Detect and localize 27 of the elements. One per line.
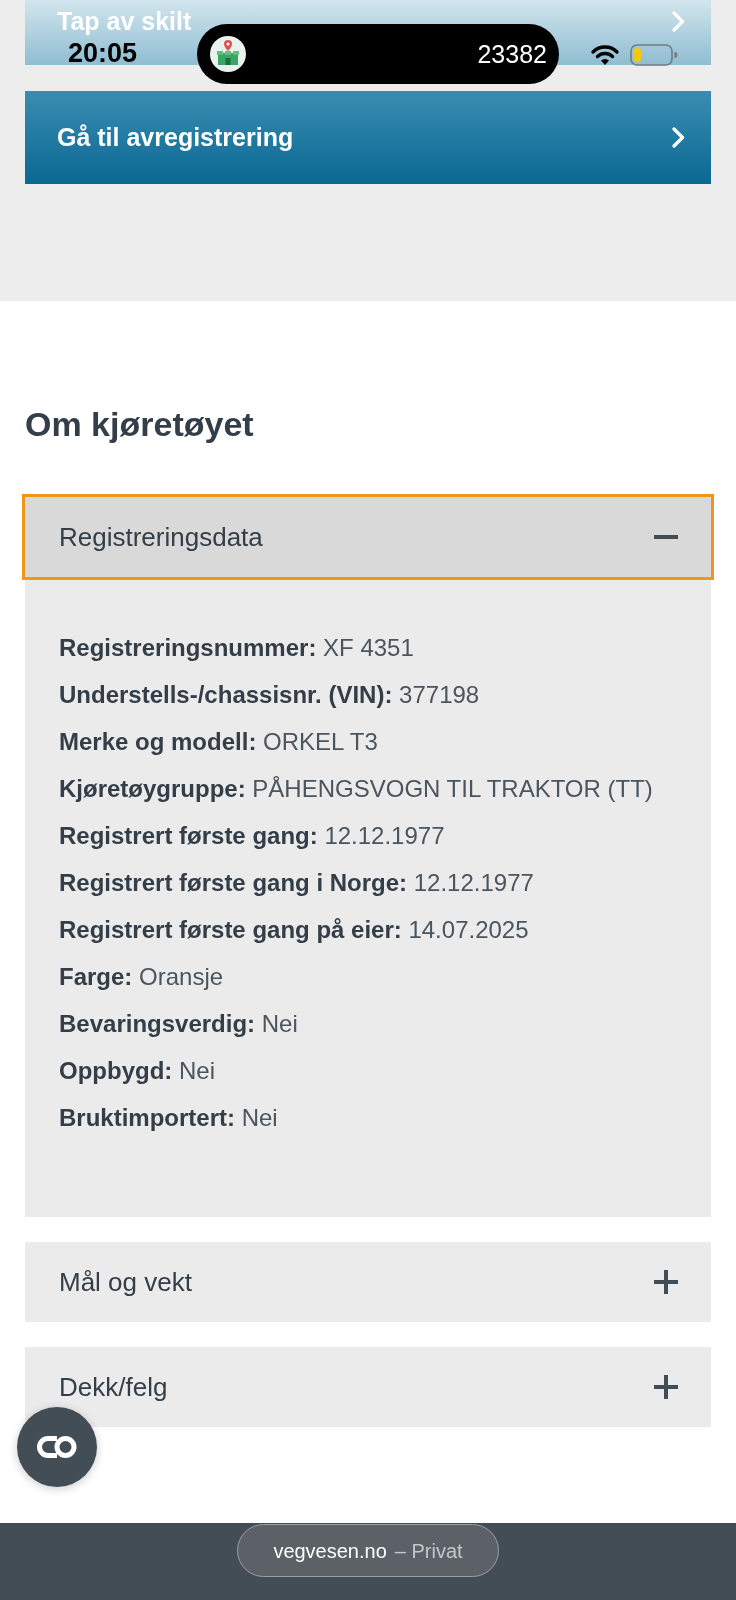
field-value: 12.12.1977: [413, 869, 534, 896]
field-value: 14.07.2025: [408, 916, 529, 943]
field-label: Registreringsnummer:: [59, 634, 317, 661]
domain-text: vegvesen.no: [273, 1538, 387, 1564]
field-label: Registrert første gang i Norge:: [59, 869, 408, 896]
field-label: Registrert første gang på eier:: [59, 916, 402, 943]
field-label: Bruktimportert:: [59, 1104, 235, 1131]
field-value: ORKEL T3: [263, 728, 378, 755]
activity-count: 23382: [477, 39, 547, 69]
field-value: XF 4351: [323, 634, 414, 661]
field-label: Kjøretøygruppe:: [59, 775, 246, 802]
browsing-mode-text: – Privat: [394, 1538, 463, 1564]
field-label: Registrert første gang:: [59, 822, 318, 849]
field-label: Understells-/chassisnr. (VIN):: [59, 681, 393, 708]
field-label: Oppbygd:: [59, 1057, 173, 1084]
field-value: PÅHENGSVOGN TIL TRAKTOR (TT): [252, 775, 653, 802]
field-label: Bevaringsverdig:: [59, 1010, 256, 1037]
field-value: 12.12.1977: [324, 822, 445, 849]
field-value: Nei: [261, 1010, 298, 1037]
section-heading: Om kjøretøyet: [25, 404, 255, 444]
field-label: Farge:: [59, 963, 133, 990]
field-value: Nei: [179, 1057, 215, 1084]
status-time-overlay: 20:05: [68, 37, 138, 69]
field-value: Oransje: [139, 963, 224, 990]
field-value: 377198: [399, 681, 480, 708]
field-value: Nei: [241, 1104, 278, 1131]
field-label: Merke og modell:: [59, 728, 257, 755]
